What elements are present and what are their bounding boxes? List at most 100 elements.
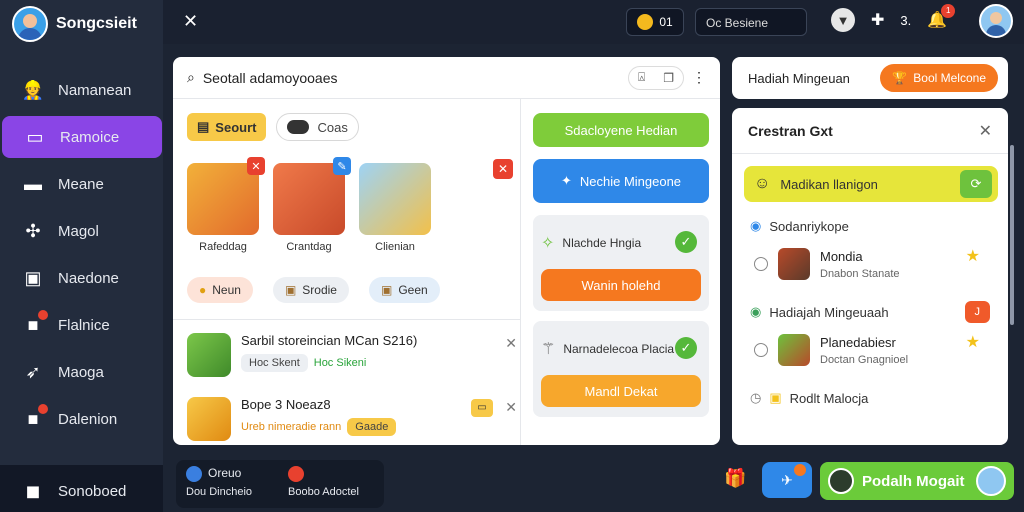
section-label: Hadiajah Mingeuaah — [769, 304, 889, 320]
cta-label: Podalh Mogait — [862, 472, 965, 490]
promo-button[interactable]: 🏆 Bool Melcone — [880, 64, 998, 92]
close-badge-icon[interactable]: ✕ — [247, 157, 265, 175]
divider — [173, 319, 520, 320]
feed-sub: Hoc Skent Hoc Sikeni — [241, 354, 417, 372]
sidebar-item-flalnice[interactable]: ■ Flalnice — [0, 304, 163, 346]
star-icon[interactable]: ★ — [966, 332, 980, 352]
list-item[interactable]: Bope 3 Noeaz8 Ureb nimeradie rann Gaade … — [187, 397, 517, 441]
header-tools[interactable]: ⍓ ❐ — [628, 65, 684, 90]
feed-pill: Hoc Skent — [241, 354, 308, 372]
tag-row: ● Neun ▣ Srodie ▣ Geen — [187, 277, 440, 303]
app-tile[interactable]: ✎ Crantdag — [273, 157, 351, 253]
close-icon[interactable]: ✕ — [505, 399, 517, 416]
sidebar-item-dalenion[interactable]: ■ Dalenion — [0, 398, 163, 440]
sidebar-item-namanean[interactable]: 👷 Namanean — [0, 69, 163, 111]
rocket-button[interactable]: ✈ — [762, 462, 812, 498]
cta-button[interactable]: Podalh Mogait — [820, 462, 1014, 500]
edit-badge-icon[interactable]: ✎ — [333, 157, 351, 175]
section-header: ◉ Sodanriykope — [732, 212, 1008, 240]
bell-badge: 1 — [941, 4, 956, 18]
robot-app-icon: ✕ — [187, 157, 265, 235]
radio-button[interactable] — [754, 343, 768, 357]
puzzle-icon: ✣ — [25, 220, 41, 241]
side-panel-title: Crestran Gxt — [748, 122, 833, 139]
app-tile[interactable]: ✕ Rafeddag — [187, 157, 265, 253]
list-item[interactable]: Sarbil storeincian MCan S216) Hoc Skent … — [187, 333, 517, 377]
sidebar-item-naedone[interactable]: ▣ Naedone — [0, 257, 163, 299]
avatar — [187, 333, 231, 377]
section-badge[interactable]: J — [964, 301, 990, 323]
sidebar-item-magol[interactable]: ✣ Magol — [0, 210, 163, 252]
highlight-row[interactable]: ☺ Madikan llanigon ⟳ — [744, 166, 998, 202]
tag-chip[interactable]: ● Neun — [187, 277, 253, 303]
app-label: Crantdag — [286, 241, 332, 253]
blue-action-button[interactable]: ✦ Nechie Mingeone — [533, 159, 709, 203]
top-count: 3. — [900, 12, 912, 28]
app-label: Clienian — [375, 241, 415, 253]
more-icon[interactable]: ⋮ — [692, 69, 706, 86]
globe-icon: ◉ — [750, 218, 762, 233]
shield-icon[interactable]: ▼ — [831, 8, 855, 32]
briefcase-icon: ▣ — [24, 267, 42, 288]
sidebar-nav: 👷 Namanean ▭ Ramoice ▬ Meane ✣ Magol ▣ N… — [0, 64, 163, 512]
check-icon: ✓ — [675, 231, 697, 253]
tag-chip[interactable]: ▣ Srodie — [272, 277, 349, 303]
promo-bar: Hadiah Mingeuan 🏆 Bool Melcone — [732, 57, 1008, 99]
close-icon[interactable]: ✕ — [505, 335, 517, 352]
green-action-button[interactable]: Sdacloyene Hedian — [533, 113, 709, 147]
brand-name: Songcsieit — [56, 15, 137, 32]
close-icon[interactable]: ✕ — [979, 121, 992, 141]
list-item[interactable]: Mondia Dnabon Stanate ★ — [732, 240, 1008, 288]
brand[interactable]: Songcsieit — [12, 6, 137, 42]
sidebar-item-sonoboed[interactable]: ◼ Sonoboed — [0, 465, 163, 512]
note-icon[interactable]: ▭ — [471, 399, 493, 417]
avatar — [976, 466, 1006, 496]
sidebar-item-ramoice[interactable]: ▭ Ramoice — [2, 116, 162, 158]
side-panel-header: Crestran Gxt ✕ — [732, 108, 1008, 154]
plus-icon[interactable]: ✚ — [871, 10, 884, 30]
filter-toggle[interactable]: Coas — [276, 113, 359, 141]
close-icon[interactable]: ✕ — [183, 11, 198, 32]
task-card: ✧ Nlachde Hngia ✓ Wanin holehd — [533, 215, 709, 311]
sidebar-item-meane[interactable]: ▬ Meane — [0, 163, 163, 205]
filter-toggle-label: Coas — [317, 119, 348, 135]
orange-action-button[interactable]: Wanin holehd — [541, 269, 701, 301]
sidebar-item-label: Ramoice — [60, 128, 120, 146]
clock-icon: ◷ — [750, 390, 762, 405]
list-item[interactable]: Planedabiesr Doctan Gnagnioel ★ — [732, 326, 1008, 374]
toggle-icon — [287, 120, 310, 134]
task-label: Nlachde Hngia — [562, 236, 642, 250]
bell-icon[interactable]: 🔔 1 — [927, 4, 956, 30]
filter-chip[interactable]: ▤ Seourt — [187, 113, 267, 141]
search-input[interactable]: Oc Besiene — [695, 8, 807, 36]
feed-sub: Ureb nimeradie rann Gaade — [241, 418, 397, 436]
scrollbar[interactable] — [1010, 145, 1014, 325]
section-label: Sodanriykope — [769, 218, 849, 234]
globe-icon — [186, 466, 202, 482]
item-thumbnail — [778, 248, 810, 280]
bottom-bar: Oreuo Dou Dincheio Boobo Adoctel — [176, 460, 384, 508]
bottom-item[interactable]: Boobo Adoctel — [288, 466, 359, 498]
bottom-item[interactable]: Oreuo Dou Dincheio — [186, 466, 252, 498]
star-icon[interactable]: ★ — [966, 246, 980, 266]
notification-badge — [794, 464, 806, 476]
orange-action-button[interactable]: Mandl Dekat — [541, 375, 701, 407]
feed-highlight: Hoc Sikeni — [313, 357, 367, 369]
avatar[interactable] — [979, 4, 1013, 38]
notification-icon — [288, 466, 304, 482]
section-label: Rodlt Malocja — [789, 390, 869, 406]
refresh-icon[interactable]: ⟳ — [960, 170, 992, 198]
item-subtitle: Dnabon Stanate — [820, 267, 900, 280]
feed-title: Bope 3 Noeaz8 — [241, 397, 331, 412]
folder-icon: ▬ — [24, 173, 42, 194]
close-badge-icon[interactable]: ✕ — [493, 159, 513, 179]
radio-button[interactable] — [754, 257, 768, 271]
copy-icon[interactable]: ❐ — [663, 71, 674, 85]
user-icon[interactable]: ⍓ — [638, 70, 645, 85]
coin-balance[interactable]: 01 — [626, 8, 684, 36]
app-tile[interactable]: Clienian — [359, 163, 431, 253]
gift-icon[interactable]: 🎁 — [724, 468, 748, 492]
sidebar-item-maoga[interactable]: ➶ Maoga — [0, 351, 163, 393]
search-icon: ⌕ — [187, 69, 195, 85]
tag-chip[interactable]: ▣ Geen — [368, 277, 440, 303]
